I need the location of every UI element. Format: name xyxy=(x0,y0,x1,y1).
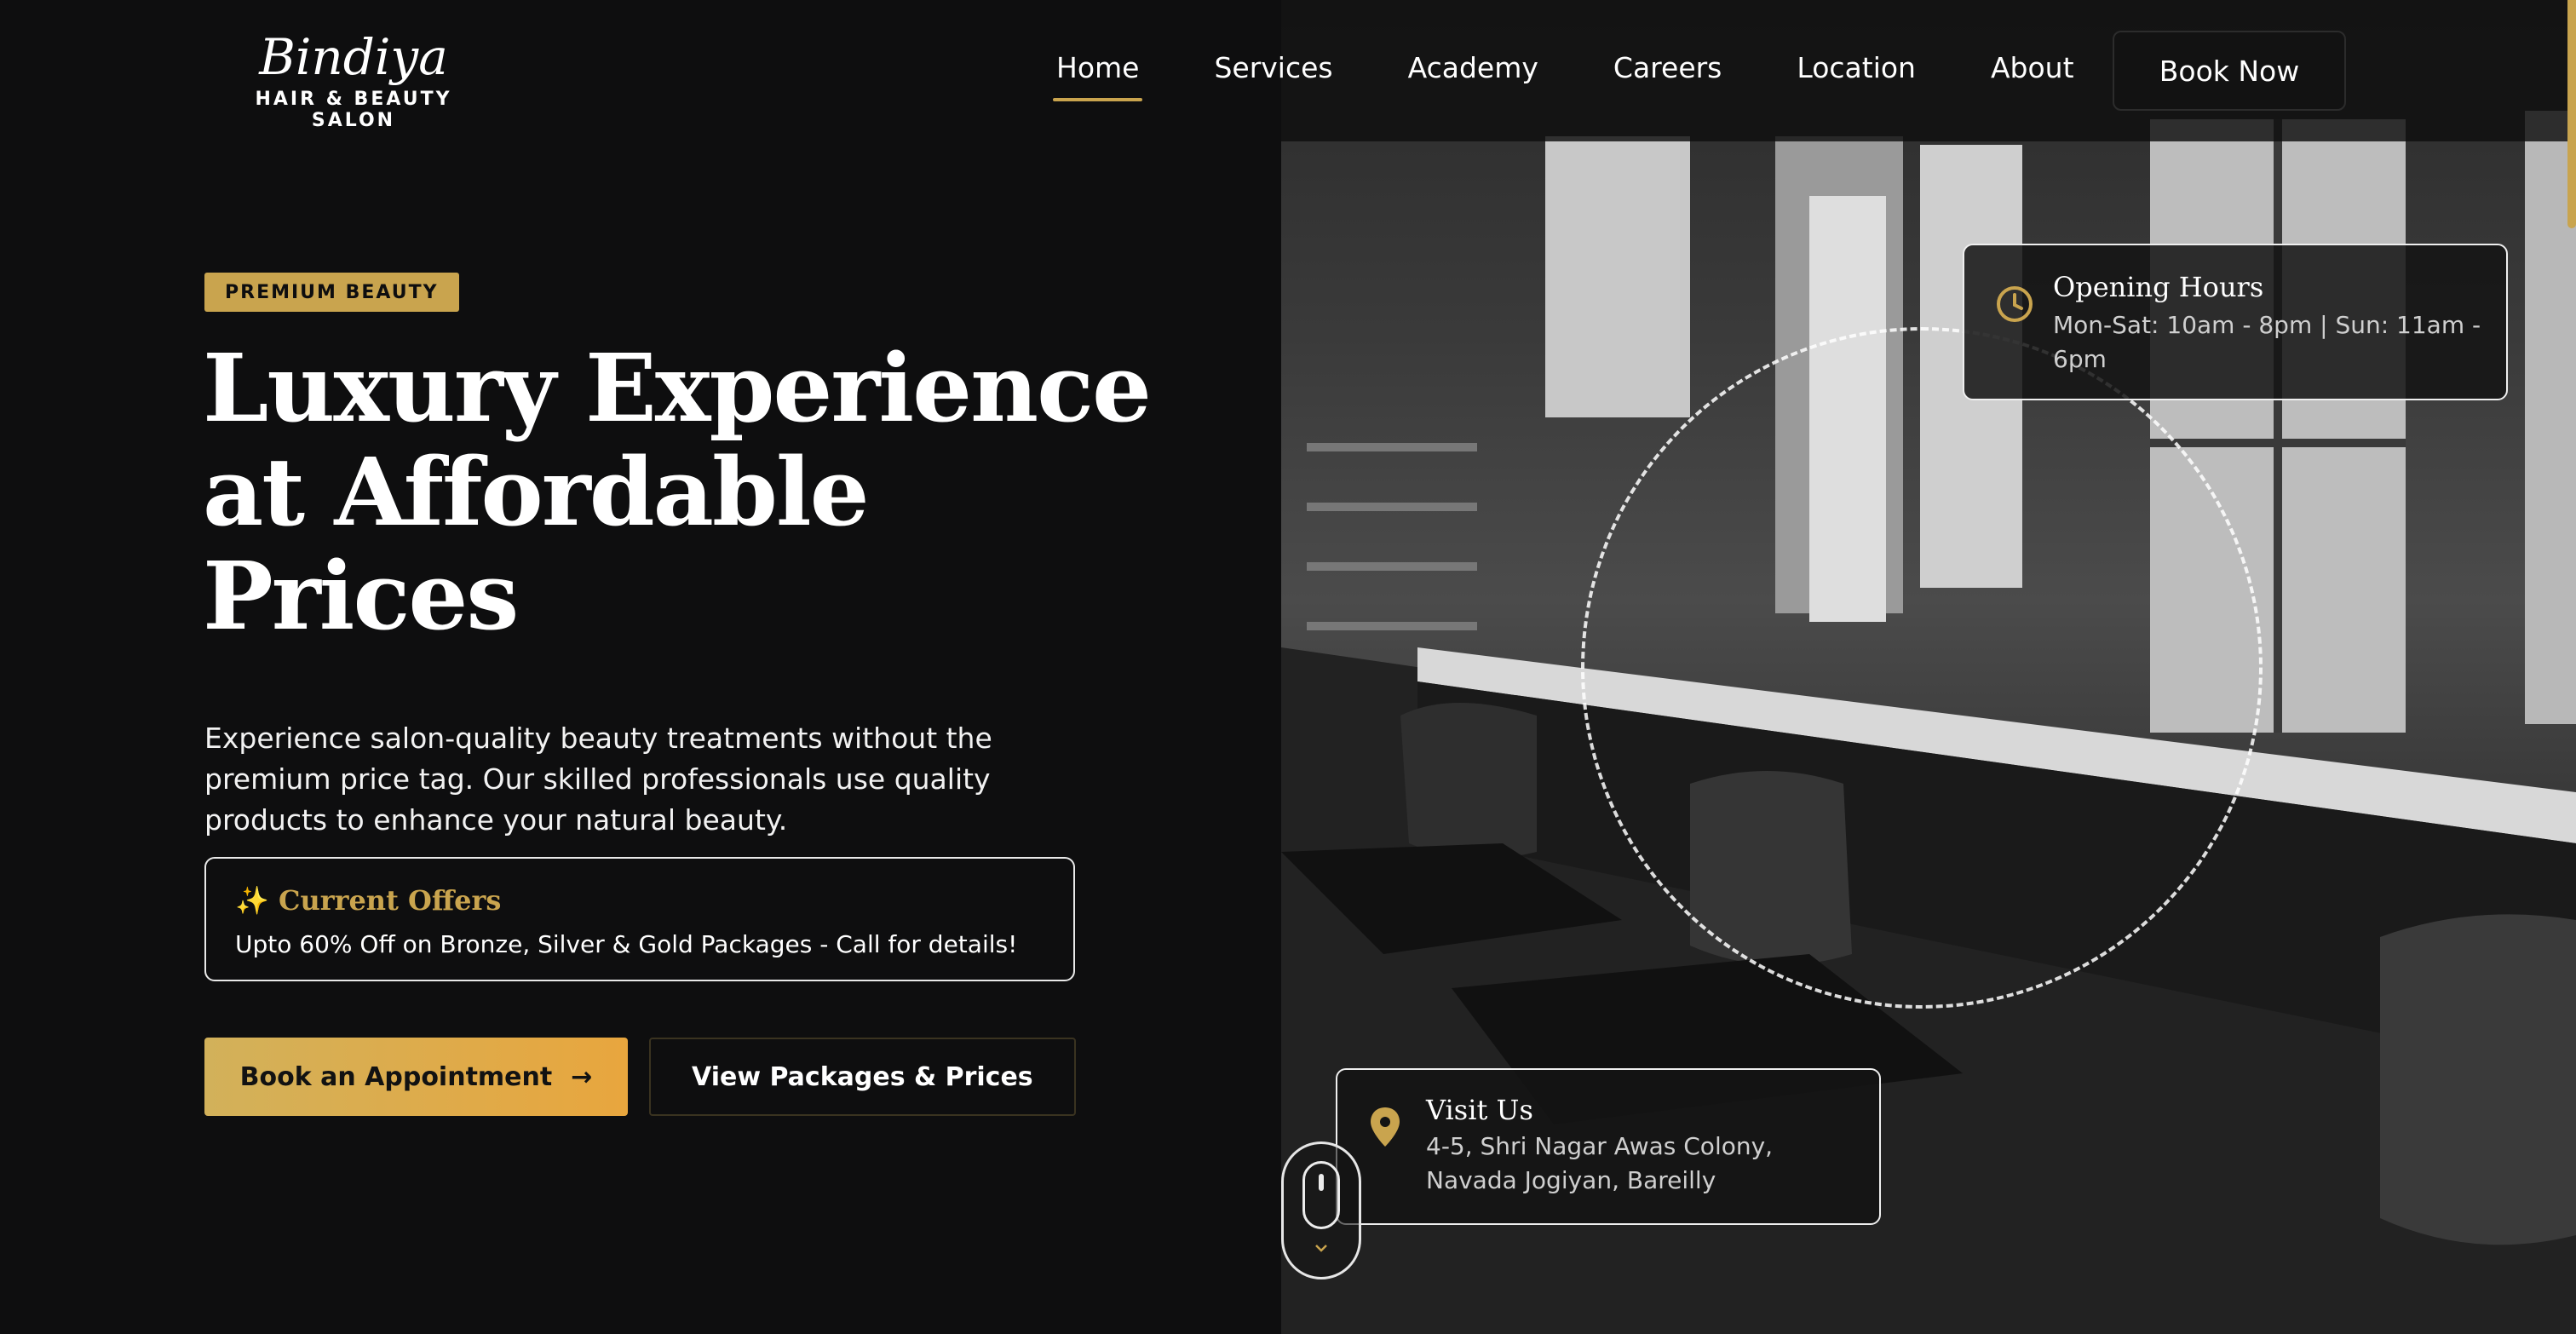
book-now-button[interactable]: Book Now xyxy=(2113,31,2346,111)
offer-text: Upto 60% Off on Bronze, Silver & Gold Pa… xyxy=(235,930,1018,958)
opening-hours-card: Opening Hours Mon-Sat: 10am - 8pm | Sun:… xyxy=(1963,244,2508,400)
dashed-circle-decoration xyxy=(1581,327,2263,1009)
arrow-right-icon: → xyxy=(571,1061,593,1092)
chevron-down-icon xyxy=(1315,1245,1327,1252)
nav-item-about[interactable]: About xyxy=(1987,44,2078,91)
headline-line-2: at Affordable xyxy=(203,437,870,547)
nav-item-careers[interactable]: Careers xyxy=(1610,44,1725,91)
nav-item-location[interactable]: Location xyxy=(1793,44,1919,91)
opening-hours-title: Opening Hours xyxy=(2053,271,2264,303)
premium-badge: PREMIUM BEAUTY xyxy=(204,273,459,312)
hero-description: Experience salon-quality beauty treatmen… xyxy=(204,722,992,837)
headline-line-1: Luxury Experience xyxy=(203,333,1152,443)
visit-us-title: Visit Us xyxy=(1426,1094,1533,1126)
headline-line-3: Prices xyxy=(203,541,519,651)
book-appointment-button[interactable]: Book an Appointment → xyxy=(204,1038,628,1116)
brand-tagline: HAIR & BEAUTY SALON xyxy=(255,89,452,131)
scrollbar-thumb[interactable] xyxy=(2567,0,2576,228)
nav-item-home[interactable]: Home xyxy=(1053,44,1143,101)
hero-headline: Luxury Experience at Affordable Prices xyxy=(203,336,1182,648)
visit-us-card: Visit Us 4-5, Shri Nagar Awas Colony, Na… xyxy=(1336,1068,1881,1225)
main-nav: Home Services Academy Careers Location A… xyxy=(1053,44,2146,101)
brand-logo[interactable]: Bindiya HAIR & BEAUTY SALON xyxy=(213,26,494,131)
opening-hours-text: Mon-Sat: 10am - 8pm | Sun: 11am - 6pm xyxy=(2053,311,2481,373)
scroll-down-indicator[interactable] xyxy=(1281,1141,1361,1279)
brand-name: Bindiya xyxy=(259,28,448,86)
mouse-icon xyxy=(1302,1161,1340,1229)
current-offers-card: ✨ Current Offers Upto 60% Off on Bronze,… xyxy=(204,857,1075,981)
offer-title: ✨ Current Offers xyxy=(235,884,502,917)
clock-icon xyxy=(1995,285,2034,327)
hero-left-panel xyxy=(0,0,1281,1334)
visit-us-address: 4-5, Shri Nagar Awas Colony, Navada Jogi… xyxy=(1426,1132,1774,1194)
book-appointment-label: Book an Appointment xyxy=(239,1061,553,1092)
map-pin-icon xyxy=(1368,1106,1402,1152)
view-packages-button[interactable]: View Packages & Prices xyxy=(649,1038,1076,1116)
nav-item-academy[interactable]: Academy xyxy=(1405,44,1542,91)
nav-item-services[interactable]: Services xyxy=(1210,44,1336,91)
